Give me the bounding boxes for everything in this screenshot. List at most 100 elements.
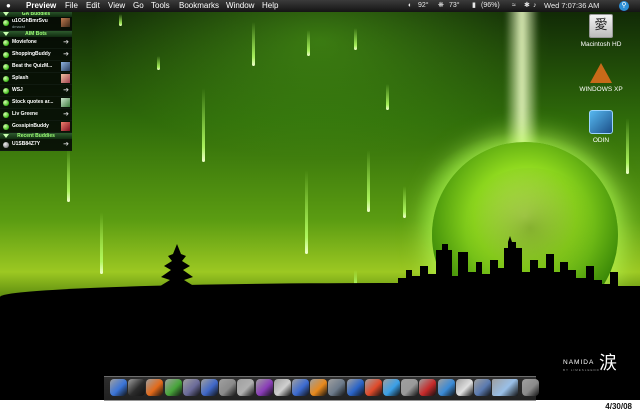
- buddy-name: ShoppingBuddy: [12, 51, 51, 57]
- menu-window[interactable]: Window: [226, 0, 254, 12]
- clock[interactable]: Wed 7:07:36 AM: [544, 0, 599, 12]
- light-streak: [202, 88, 205, 162]
- status-online-icon: [3, 112, 9, 118]
- status-online-icon: [3, 76, 9, 82]
- buddy-row[interactable]: Moviefone ➔: [0, 37, 72, 49]
- menu-tools[interactable]: Tools: [151, 0, 170, 12]
- disclosure-triangle-icon[interactable]: [3, 12, 9, 16]
- battery-icon[interactable]: ▮: [472, 0, 476, 12]
- light-streak: [67, 148, 70, 202]
- menu-help[interactable]: Help: [262, 0, 278, 12]
- running-man-icon: ➔: [63, 87, 69, 94]
- dock-item-guitar-icon[interactable]: [219, 379, 237, 396]
- running-man-icon: ➔: [63, 51, 69, 58]
- buddy-name: Splash: [12, 75, 29, 81]
- disclosure-triangle-icon[interactable]: [3, 32, 9, 36]
- apple-menu-icon[interactable]: ●: [6, 0, 11, 12]
- buddy-name: Beat the QuizM...: [12, 63, 53, 69]
- dock-item-podcast-icon[interactable]: [255, 379, 273, 396]
- battery-percent: (96%): [481, 2, 500, 9]
- desktop-icon-label: WINDOWS XP: [579, 86, 623, 93]
- buddy-row[interactable]: U1SB84Z7Y ➔: [0, 139, 72, 151]
- buddy-row[interactable]: Stock quotes ar...: [0, 97, 72, 109]
- buddy-row[interactable]: Splash: [0, 73, 72, 85]
- dock: [104, 376, 540, 401]
- buddy-subtitle: dmacst: [12, 24, 25, 29]
- buddy-row-self[interactable]: u1OGhBmrSvu dmacst: [0, 17, 72, 31]
- menu-bar: ● Preview File Edit View Go Tools Bookma…: [0, 0, 640, 12]
- running-man-icon: ➔: [63, 141, 69, 148]
- dock-item-display-icon[interactable]: [492, 379, 519, 396]
- status-online-icon: [3, 20, 9, 26]
- disclosure-triangle-icon[interactable]: [3, 134, 9, 138]
- dock-item-folder-icon[interactable]: [474, 379, 491, 396]
- volume-icon[interactable]: ♪: [533, 0, 537, 12]
- tree-silhouette: [157, 244, 197, 302]
- desktop-icon-odin[interactable]: ODIN: [569, 110, 633, 144]
- dock-item-calculator-icon[interactable]: [328, 379, 346, 396]
- city-skyline: [398, 236, 640, 302]
- dock-item-cross-icon[interactable]: [364, 379, 382, 396]
- brand-name: NAMIDA: [563, 359, 595, 366]
- buddy-row[interactable]: Liv Greene ➔: [0, 109, 72, 121]
- dock-item-mail-icon[interactable]: [437, 379, 455, 396]
- status-online-icon: [3, 100, 9, 106]
- dock-item-photoshop-icon[interactable]: [419, 379, 437, 396]
- dock-item-quicktime-icon[interactable]: [383, 379, 400, 396]
- buddy-name: GossipinBuddy: [12, 123, 49, 129]
- light-streak: [119, 14, 122, 26]
- dock-item-vlc-icon[interactable]: [310, 379, 328, 396]
- dock-item-itunes-icon[interactable]: [201, 379, 218, 396]
- dock-item-photo-icon[interactable]: [182, 379, 200, 396]
- menu-file[interactable]: File: [65, 0, 78, 12]
- avatar: [61, 62, 70, 71]
- buddy-row[interactable]: ShoppingBuddy ➔: [0, 49, 72, 61]
- avatar: [61, 98, 70, 107]
- caption-date: 4/30/08: [605, 402, 632, 411]
- running-man-icon: ➔: [63, 111, 69, 118]
- status-online-icon: [3, 40, 9, 46]
- dock-item-firefox-icon[interactable]: [146, 379, 164, 396]
- dock-item-trash-icon[interactable]: [522, 379, 540, 396]
- windows-drive-icon: [590, 63, 612, 83]
- light-streak: [305, 170, 308, 254]
- desktop-wallpaper: [0, 0, 640, 400]
- status-online-icon: [3, 52, 9, 58]
- menu-app-name[interactable]: Preview: [26, 0, 56, 12]
- status-online-icon: [3, 124, 9, 130]
- desktop-icon-windows-xp[interactable]: WINDOWS XP: [569, 63, 633, 93]
- dock-item-garageband-icon[interactable]: [273, 379, 291, 396]
- light-streak: [252, 22, 255, 66]
- buddy-row[interactable]: Beat the QuizM...: [0, 61, 72, 73]
- desktop-icon-macintosh-hd[interactable]: 愛 Macintosh HD: [569, 14, 633, 48]
- brand-kanji: 涙: [599, 353, 618, 374]
- menu-bookmarks[interactable]: Bookmarks: [179, 0, 219, 12]
- menu-edit[interactable]: Edit: [86, 0, 100, 12]
- dock-item-finder-icon[interactable]: [110, 379, 127, 396]
- avatar: [61, 74, 70, 83]
- buddy-name: Stock quotes ar...: [12, 99, 54, 105]
- buddy-list-window: GA Buddies u1OGhBmrSvu dmacst AIM Bots M…: [0, 11, 72, 151]
- dock-item-game-icon[interactable]: [237, 379, 255, 396]
- menu-go[interactable]: Go: [133, 0, 144, 12]
- spotlight-search-icon[interactable]: ⚲: [619, 1, 629, 11]
- dock-item-system-preferences-icon[interactable]: [401, 379, 419, 396]
- desktop-icon-label: ODIN: [592, 137, 610, 144]
- buddy-row[interactable]: GossipinBuddy: [0, 121, 72, 133]
- buddy-row[interactable]: WSJ ➔: [0, 85, 72, 97]
- menu-view[interactable]: View: [108, 0, 125, 12]
- wifi-icon[interactable]: ≈: [512, 0, 516, 12]
- avatar: [61, 122, 70, 131]
- dock-item-preview-icon[interactable]: [292, 379, 309, 396]
- gauge-icon[interactable]: ◐: [408, 0, 412, 12]
- dock-item-dashboard-icon[interactable]: [128, 379, 146, 396]
- hard-drive-icon: 愛: [589, 14, 613, 38]
- dock-item-calendar-icon[interactable]: [455, 379, 473, 396]
- dock-item-adium-icon[interactable]: [164, 379, 182, 396]
- bluetooth-icon[interactable]: ✱: [524, 0, 530, 12]
- dock-item-dictionary-icon[interactable]: [346, 379, 364, 396]
- wallpaper-branding: NAMIDA 涙 BY LIMESLEEDD: [563, 353, 617, 374]
- buddy-name: WSJ: [12, 87, 23, 93]
- fan-icon[interactable]: ❋: [438, 0, 444, 12]
- brand-byline: BY LIMESLEEDD: [563, 368, 600, 372]
